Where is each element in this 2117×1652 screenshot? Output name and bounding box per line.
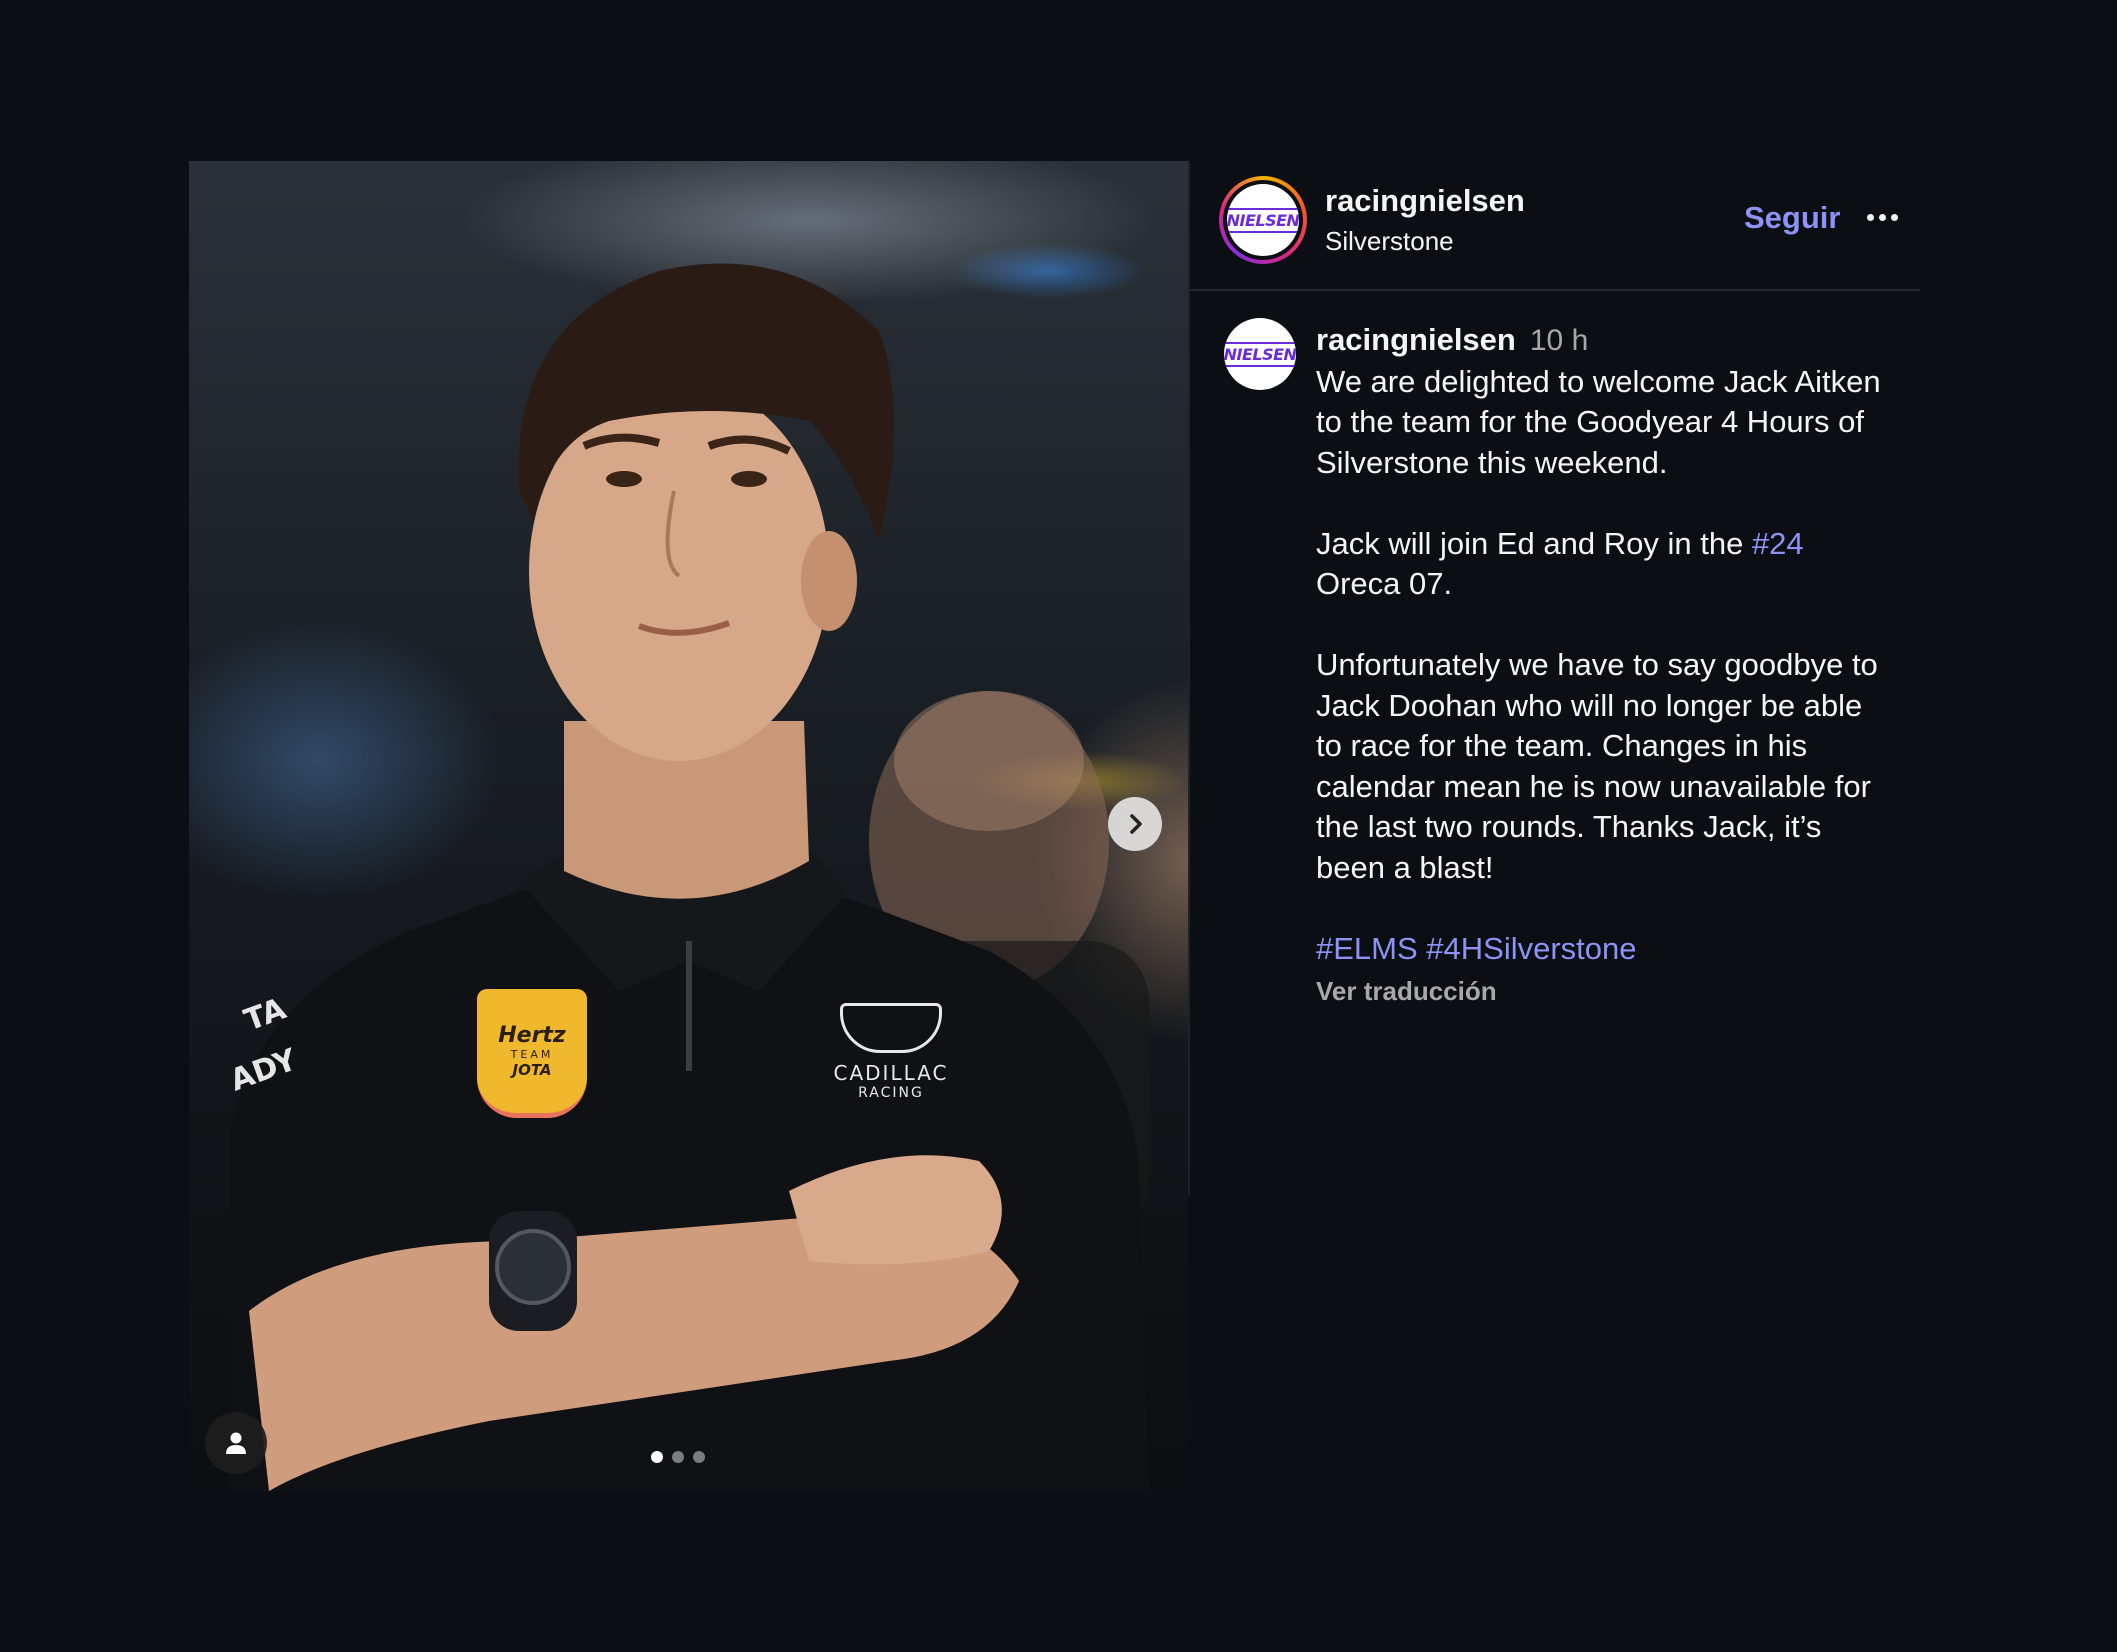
caption-meta: racingnielsen 10 h [1316, 320, 1886, 362]
carousel-dot-2 [672, 1451, 684, 1463]
shirt-sub-text: RACING [858, 1085, 924, 1101]
caption-paragraph-1: We are delighted to welcome Jack Aitken … [1316, 363, 1881, 480]
caption-paragraph-2: Jack will join Ed and Roy in the #24 Ore… [1316, 524, 1886, 605]
avatar-logo-text: NIELSEN [1227, 207, 1299, 233]
hashtag-elms[interactable]: #ELMS [1316, 931, 1418, 966]
hashtag-4hsilverstone[interactable]: #4HSilverstone [1426, 931, 1636, 966]
post-media[interactable]: TA ADY Hertz TEAM JOTA CADILLAC RACING [189, 161, 1188, 1491]
avatar-frame: NIELSEN [1223, 180, 1303, 260]
instagram-post-modal: TA ADY Hertz TEAM JOTA CADILLAC RACING N… [0, 0, 2117, 1652]
story-ring-avatar[interactable]: NIELSEN [1219, 176, 1307, 264]
caption-username[interactable]: racingnielsen [1316, 322, 1516, 357]
carousel-indicator [651, 1451, 705, 1463]
more-options-button[interactable] [1862, 197, 1902, 237]
caption-hashtags: #ELMS #4HSilverstone [1316, 929, 1886, 970]
header-username[interactable]: racingnielsen [1325, 183, 1525, 219]
patch-name: JOTA [512, 1061, 552, 1079]
post-header: NIELSEN racingnielsen Silverstone Seguir [1190, 161, 1920, 291]
see-translation-link[interactable]: Ver traducción [1316, 971, 1886, 1012]
person-icon [226, 1432, 246, 1454]
hashtag-24[interactable]: #24 [1752, 526, 1804, 561]
more-horizontal-icon [1866, 213, 1874, 221]
crest-icon [840, 1003, 942, 1053]
more-horizontal-icon-dot [1878, 213, 1886, 221]
patch-team: TEAM [510, 1048, 554, 1061]
header-location[interactable]: Silverstone [1325, 226, 1454, 257]
carousel-dot-1 [651, 1451, 663, 1463]
patch-brand: Hertz [498, 1023, 566, 1048]
caption-paragraph-2-prefix: Jack will join Ed and Roy in the [1316, 525, 1752, 561]
hertz-team-jota-patch: Hertz TEAM JOTA [477, 989, 587, 1118]
follow-button[interactable]: Seguir [1744, 200, 1840, 236]
caption-avatar-logo-text: NIELSEN [1224, 341, 1296, 367]
caption-avatar[interactable]: NIELSEN [1224, 318, 1296, 390]
more-horizontal-icon-dot [1890, 213, 1898, 221]
avatar: NIELSEN [1227, 184, 1299, 256]
next-image-button[interactable] [1108, 797, 1162, 851]
caption-paragraph-2-suffix: Oreca 07. [1316, 566, 1453, 601]
caption-paragraph-3: Unfortunately we have to say goodbye to … [1316, 647, 1878, 885]
chevron-right-icon [1130, 814, 1142, 834]
cadillac-racing-logo: CADILLAC RACING [811, 1003, 971, 1101]
carousel-dot-3 [693, 1451, 705, 1463]
caption-timestamp[interactable]: 10 h [1530, 324, 1588, 357]
shirt-logo-text: CADILLAC [833, 1061, 949, 1085]
panel-divider [1188, 161, 1190, 1195]
tagged-people-button[interactable] [205, 1412, 267, 1474]
caption-body: racingnielsen 10 h We are delighted to we… [1316, 320, 1886, 1012]
post-photo: TA ADY [226, 263, 1149, 1491]
